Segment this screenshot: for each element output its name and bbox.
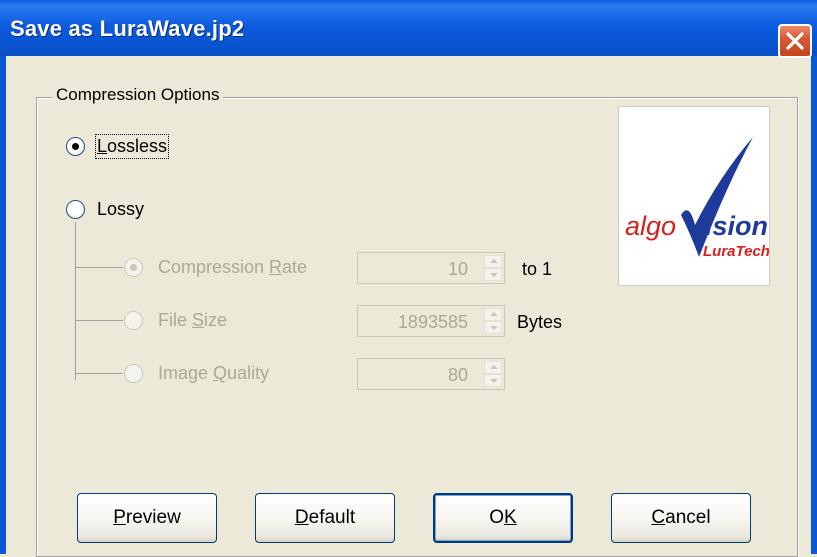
- group-label: Compression Options: [52, 85, 224, 105]
- ok-button[interactable]: OK: [433, 493, 573, 543]
- logo-brand-part1: algo: [625, 211, 676, 241]
- image-quality-value: 80: [447, 365, 468, 385]
- tree-line-branch: [75, 267, 123, 268]
- tree-line-branch: [75, 320, 123, 321]
- file-size-label[interactable]: File Size: [158, 310, 227, 331]
- tree-line-vertical: [75, 222, 76, 380]
- spin-up-button[interactable]: [484, 255, 502, 268]
- save-dialog: Save as LuraWave.jp2 Compression Options…: [0, 0, 817, 557]
- close-icon: [786, 32, 804, 50]
- image-quality-radio[interactable]: [124, 364, 143, 383]
- close-button[interactable]: [778, 24, 812, 58]
- file-size-value: 1893585: [397, 312, 468, 332]
- tree-line-branch: [75, 373, 123, 374]
- logo-brand-part2: ision: [705, 211, 768, 241]
- spin-down-button[interactable]: [484, 374, 502, 387]
- window-frame-right: [811, 56, 817, 554]
- ok-button-label: OK: [489, 507, 517, 528]
- compression-rate-unit: to 1: [522, 259, 553, 279]
- compression-rate-label[interactable]: Compression Rate: [158, 257, 307, 278]
- image-quality-label[interactable]: Image Quality: [158, 363, 269, 384]
- spin-down-button[interactable]: [484, 268, 502, 281]
- image-quality-spinner[interactable]: 80: [357, 358, 505, 390]
- window-frame-left: [0, 56, 6, 554]
- preview-button[interactable]: Preview: [77, 493, 217, 543]
- compression-rate-radio[interactable]: [124, 258, 143, 277]
- algovision-logo: algo ision LuraTech: [618, 106, 770, 286]
- lossless-label[interactable]: Lossless: [94, 134, 170, 159]
- spin-down-button[interactable]: [484, 321, 502, 334]
- window-title: Save as LuraWave.jp2: [10, 16, 245, 41]
- title-bar[interactable]: Save as LuraWave.jp2: [0, 0, 817, 56]
- lossy-radio[interactable]: [66, 200, 85, 219]
- compression-rate-spinner[interactable]: 10: [357, 252, 505, 284]
- preview-button-label: Preview: [113, 507, 181, 528]
- default-button[interactable]: Default: [255, 493, 395, 543]
- checkmark-logo-icon: algo ision LuraTech: [625, 137, 770, 260]
- spin-up-button[interactable]: [484, 308, 502, 321]
- logo-sub: LuraTech: [703, 243, 769, 260]
- compression-rate-value: 10: [447, 259, 468, 279]
- spin-up-button[interactable]: [484, 361, 502, 374]
- cancel-button-label: Cancel: [651, 507, 711, 528]
- cancel-button[interactable]: Cancel: [611, 493, 751, 543]
- lossless-radio[interactable]: [66, 137, 85, 156]
- file-size-unit: Bytes: [517, 312, 563, 332]
- lossy-label[interactable]: Lossy: [97, 199, 144, 220]
- file-size-spinner[interactable]: 1893585: [357, 305, 505, 337]
- file-size-radio[interactable]: [124, 311, 143, 330]
- default-button-label: Default: [294, 507, 356, 528]
